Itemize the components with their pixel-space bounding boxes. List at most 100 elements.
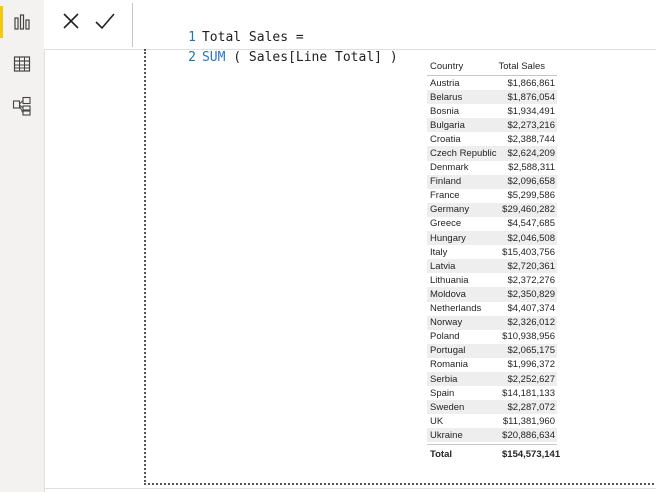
country-cell: Finland [430,176,462,188]
sales-cell: $29,460,282 [502,204,555,216]
total-label: Total [430,448,452,460]
sales-cell: $2,065,175 [507,345,555,357]
formula-line-1: 1 Total Sales = [133,8,304,45]
view-rail [0,0,45,492]
sales-cell: $2,350,829 [507,288,555,300]
sales-cell: $11,381,960 [502,415,555,427]
sales-cell: $1,866,861 [507,77,555,89]
sales-cell: $10,938,956 [502,331,555,343]
table-row: Netherlands $4,407,374 [427,302,557,316]
country-cell: Croatia [430,133,461,145]
sales-cell: $14,181,133 [502,387,555,399]
sales-cell: $1,876,054 [507,91,555,103]
table-row: Latvia $2,720,361 [427,259,557,274]
country-cell: Bulgaria [430,119,465,131]
data-view-button[interactable] [6,48,38,80]
country-cell: Italy [430,246,448,258]
country-cell: Germany [430,204,470,216]
country-cell: Ukraine [430,429,463,441]
country-cell: Hungary [430,232,466,244]
table-row: Bulgaria $2,273,216 [427,118,557,133]
canvas-bottom-divider [44,488,656,489]
sales-cell: $2,388,744 [507,133,555,145]
commit-formula-button[interactable] [90,7,120,35]
formula-line-2: 2 SUM ( Sales[Line Total] ) [133,28,398,65]
table-row: Bosnia $1,934,491 [427,104,557,118]
table-row: Germany $29,460,282 [427,202,557,217]
sales-cell: $1,996,372 [507,359,555,371]
table-row: France $5,299,586 [427,189,557,203]
table-row: Romania $1,996,372 [427,358,557,372]
sales-cell: $5,299,586 [507,190,555,202]
table-row: Serbia $2,252,627 [427,371,557,387]
country-cell: Greece [430,218,462,230]
country-cell: Bosnia [430,105,460,117]
check-icon [95,13,115,30]
country-cell: Sweden [430,401,465,413]
country-cell: Serbia [430,373,458,385]
bar-chart-icon [14,14,30,30]
sales-cell: $20,886,634 [502,429,555,441]
country-cell: Latvia [430,260,456,272]
table-row: Finland $2,096,658 [427,174,557,189]
country-cell: Spain [430,387,455,399]
table-row: UK $11,381,960 [427,414,557,428]
sales-cell: $2,588,311 [508,162,555,174]
sales-cell: $2,326,012 [507,317,555,329]
country-cell: Czech Republic [430,148,497,160]
country-cell: Romania [430,359,469,371]
sales-cell: $2,624,209 [507,148,555,160]
country-cell: Netherlands [430,303,482,315]
table-row: Czech Republic $2,624,209 [427,146,557,161]
country-cell: Poland [430,331,460,343]
country-cell: Austria [430,77,460,89]
table-row: Norway $2,326,012 [427,315,557,330]
total-value: $154,573,141 [502,448,561,460]
report-view-button[interactable] [6,6,38,38]
model-diagram-icon [12,96,31,116]
sales-cell: $2,372,276 [507,274,555,286]
country-cell: Lithuania [430,274,469,286]
country-cell: Denmark [430,162,469,174]
table-body: Austria $1,866,861 Belarus $1,876,054 Bosnia… [427,76,557,443]
formula-actions [44,0,130,49]
table-row: Austria $1,866,861 [427,76,557,90]
table-row: Hungary $2,046,508 [427,231,557,246]
formula-bar: 1 Total Sales = 2 SUM ( Sales[Line Total] … [44,0,656,65]
country-cell: UK [430,415,444,427]
country-cell: France [430,190,460,202]
country-cell: Portugal [430,345,466,357]
sales-cell: $2,046,508 [507,232,555,244]
sales-cell: $4,547,685 [507,218,555,230]
sales-cell: $1,934,491 [507,105,555,117]
sales-cell: $2,287,072 [507,401,555,413]
sales-cell: $15,403,756 [502,246,555,258]
table-row: Lithuania $2,372,276 [427,273,557,287]
cancel-formula-button[interactable] [56,7,86,35]
table-header: Country Total Sales [427,57,557,76]
table-row: Belarus $1,876,054 [427,90,557,105]
column-header-country[interactable]: Country [427,61,497,72]
country-cell: Belarus [430,91,463,103]
table-visual[interactable]: Country Total Sales Austria $1,866,861 Bel… [427,57,561,463]
table-row: Sweden $2,287,072 [427,400,557,415]
sales-cell: $2,720,361 [507,260,555,272]
table-row: Spain $14,181,133 [427,386,557,400]
table-row: Moldova $2,350,829 [427,287,557,302]
table-row: Croatia $2,388,744 [427,132,557,146]
table-row: Portugal $2,065,175 [427,343,557,358]
sales-cell: $4,407,374 [507,303,555,315]
table-grid-icon [13,56,31,72]
table-row: Italy $15,403,756 [427,245,557,259]
table-row: Poland $10,938,956 [427,330,557,344]
model-view-button[interactable] [6,90,38,122]
table-row: Ukraine $20,886,634 [427,428,557,443]
country-cell: Moldova [430,288,466,300]
column-header-total-sales[interactable]: Total Sales [497,61,557,72]
sales-cell: $2,273,216 [507,119,555,131]
sales-cell: $2,252,627 [507,373,555,385]
report-canvas[interactable] [144,49,656,485]
close-icon [63,13,79,29]
sales-cell: $2,096,658 [507,176,555,188]
dax-formula-editor[interactable]: 1 Total Sales = 2 SUM ( Sales[Line Total] … [132,3,655,65]
